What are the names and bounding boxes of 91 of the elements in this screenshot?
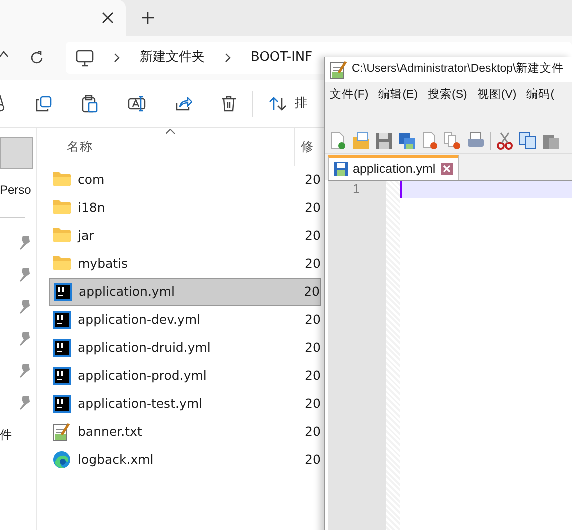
menu-item[interactable]: 文件(F) [330,87,369,105]
file-row[interactable]: i18n 20 [49,194,321,222]
close-file-icon[interactable] [421,132,439,150]
pin-icon [18,300,30,314]
file-row[interactable]: mybatis 20 [49,250,321,278]
modified-date: 20 [305,450,321,469]
file-row[interactable]: application-prod.yml 20 [49,362,321,390]
plus-icon[interactable] [142,12,154,24]
modified-date: 20 [305,226,321,245]
open-folder-icon[interactable] [352,132,370,150]
refresh-icon[interactable] [30,51,44,65]
column-header[interactable]: 名称 [49,128,294,166]
folder-icon [53,171,71,189]
notepad-icon [330,60,348,78]
sort-icon [269,96,287,110]
pin-icon [18,364,30,378]
chevron-icon [114,53,120,63]
modified-date: 20 [305,198,321,217]
file-row[interactable]: banner.txt 20 [49,418,321,446]
cut-icon[interactable] [0,94,6,112]
file-name: logback.xml [78,450,154,469]
modified-date: 20 [305,422,321,441]
column-header[interactable]: 修 [294,128,314,166]
modified-date: 20 [305,170,321,189]
new-file-icon[interactable] [329,132,347,150]
up-icon[interactable] [0,51,8,57]
save-icon[interactable] [375,132,393,150]
file-tab[interactable]: application.yml [328,155,459,180]
share-icon[interactable] [176,96,192,110]
ide-icon [53,367,71,385]
folder-icon [53,199,71,217]
cut-icon[interactable] [496,132,514,150]
modified-date: 20 [304,282,320,301]
save-all-icon[interactable] [398,132,416,150]
rename-icon[interactable] [128,96,146,112]
pin-icon [18,236,30,250]
file-name: jar [78,226,94,245]
computer-icon[interactable] [76,49,94,67]
notepad-icon [53,423,71,441]
file-row[interactable]: application.yml 20 [49,278,321,306]
breadcrumb-item[interactable]: 新建文件夹 [140,48,205,68]
pin-icon [18,396,30,410]
sort-caret-icon [166,129,175,134]
file-name: application-dev.yml [78,310,201,329]
copy-icon[interactable] [519,132,537,150]
menu-item[interactable]: 编辑(E) [378,87,418,105]
copy-icon[interactable] [36,96,52,112]
modified-date: 20 [305,338,321,357]
window-title: C:\Users\Administrator\Desktop\新建文件 [352,61,564,77]
breadcrumb-item[interactable]: BOOT-INF [251,48,313,68]
nav-item[interactable]: Perso [0,181,32,199]
save-icon [334,162,348,176]
close-all-icon[interactable] [444,132,462,150]
modified-date: 20 [305,254,321,273]
line-number: 1 [352,181,360,198]
nav-item[interactable]: 件 [0,426,12,444]
file-row[interactable]: application-test.yml 20 [49,390,321,418]
file-name: i18n [78,198,106,217]
pin-icon [18,268,30,282]
delete-icon[interactable] [222,96,236,112]
ide-icon [53,311,71,329]
file-name: application-prod.yml [78,366,207,385]
sort-button[interactable]: 排 [269,94,308,113]
file-name: application.yml [79,282,175,301]
file-name: banner.txt [78,422,142,441]
pin-icon [18,332,30,346]
modified-date: 20 [305,310,321,329]
menu-item[interactable]: 搜索(S) [428,87,468,105]
menu-item[interactable]: 视图(V) [477,87,517,105]
file-row[interactable]: logback.xml 20 [49,446,321,474]
ide-icon [53,339,71,357]
print-icon[interactable] [467,132,485,150]
ide-icon [54,283,72,301]
file-row[interactable]: application-dev.yml 20 [49,306,321,334]
browser-icon [53,451,71,469]
file-name: application-druid.yml [78,338,211,357]
file-name: mybatis [78,254,128,273]
paste-icon[interactable] [82,94,98,112]
file-row[interactable]: application-druid.yml 20 [49,334,321,362]
file-name: com [78,170,105,189]
file-row[interactable]: jar 20 [49,222,321,250]
close-icon[interactable] [102,12,114,24]
file-row[interactable]: com 20 [49,166,321,194]
menu-item[interactable]: 编码( [526,87,555,105]
modified-date: 20 [305,394,321,413]
modified-date: 20 [305,366,321,385]
ide-icon [53,395,71,413]
folder-icon [53,227,71,245]
folder-icon [53,255,71,273]
chevron-icon [225,53,231,63]
file-name: application-test.yml [78,394,202,413]
